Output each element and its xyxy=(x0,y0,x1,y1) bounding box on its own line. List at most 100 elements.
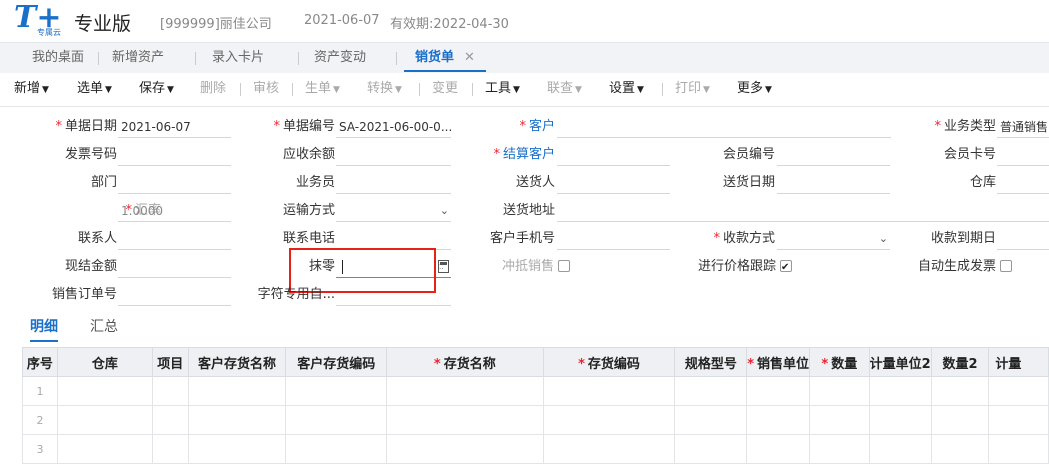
calculator-icon[interactable] xyxy=(438,260,449,273)
close-icon[interactable]: ✕ xyxy=(464,50,475,65)
table-cell[interactable] xyxy=(988,434,1049,464)
table-cell[interactable] xyxy=(151,434,189,464)
tab-asset-change[interactable]: 资产变动 xyxy=(302,43,378,72)
table-cell[interactable] xyxy=(285,376,388,406)
table-cell[interactable] xyxy=(285,434,388,464)
table-cell[interactable] xyxy=(386,434,544,464)
company-name[interactable]: [999999]丽佳公司 xyxy=(160,13,272,32)
auto-invoice-checkbox[interactable]: 自动生成发票 xyxy=(918,257,1012,277)
table-cell[interactable] xyxy=(868,376,932,406)
tab-sales-delivery[interactable]: 销货单 ✕ xyxy=(404,43,486,72)
table-cell[interactable] xyxy=(542,376,676,406)
new-button[interactable]: 新增 ▼ xyxy=(14,72,49,106)
address-field[interactable] xyxy=(557,201,1049,222)
delete-button[interactable]: 删除 xyxy=(200,72,226,106)
table-cell[interactable] xyxy=(746,434,811,464)
mobile-field[interactable] xyxy=(557,229,670,250)
generate-button[interactable]: 生单 ▼ xyxy=(305,72,340,106)
doc-date-field[interactable]: 2021-06-07 xyxy=(118,117,231,138)
settle-customer-field[interactable] xyxy=(557,145,670,166)
table-cell[interactable] xyxy=(56,376,153,406)
table-cell[interactable] xyxy=(187,405,287,435)
dept-field[interactable] xyxy=(118,173,231,194)
col-header[interactable]: 规格型号 xyxy=(674,347,748,377)
due-field[interactable] xyxy=(997,229,1049,250)
col-header[interactable]: 序号 xyxy=(22,347,58,377)
delivery-date-field[interactable] xyxy=(777,173,890,194)
member-card-field[interactable] xyxy=(997,145,1049,166)
table-cell[interactable] xyxy=(868,405,932,435)
customer-field[interactable] xyxy=(557,117,891,138)
contact-field[interactable] xyxy=(118,229,231,250)
audit-button[interactable]: 审核 xyxy=(253,72,279,106)
change-button[interactable]: 变更 xyxy=(432,72,458,106)
payment-select[interactable]: ⌄ xyxy=(777,229,890,250)
col-header[interactable]: 数量2 xyxy=(930,347,990,377)
contact-phone-field[interactable] xyxy=(336,229,451,250)
col-header[interactable]: 客户存货编码 xyxy=(285,347,388,377)
table-cell[interactable] xyxy=(187,434,287,464)
table-cell[interactable] xyxy=(930,434,990,464)
table-cell[interactable] xyxy=(746,405,811,435)
table-cell[interactable] xyxy=(988,376,1049,406)
transport-select[interactable]: ⌄ xyxy=(336,201,451,222)
tab-new-asset[interactable]: 新增资产 xyxy=(100,43,176,72)
table-cell[interactable] xyxy=(542,434,676,464)
checkbox-checked-icon[interactable] xyxy=(780,258,792,278)
table-cell[interactable] xyxy=(56,434,153,464)
col-header[interactable]: 仓库 xyxy=(56,347,153,377)
char-field[interactable] xyxy=(336,285,451,306)
table-cell[interactable] xyxy=(285,405,388,435)
col-header[interactable]: 计量单位2 xyxy=(868,347,932,377)
table-row[interactable]: 1 xyxy=(22,376,1049,406)
table-cell[interactable] xyxy=(746,376,811,406)
col-header[interactable]: 计量 xyxy=(988,347,1049,377)
rate-field[interactable]: 1.0000 xyxy=(118,201,231,222)
col-header[interactable]: 客户存货名称 xyxy=(187,347,287,377)
table-cell[interactable] xyxy=(56,405,153,435)
checkbox-icon[interactable] xyxy=(1000,259,1012,272)
col-header[interactable]: * 销售单位 xyxy=(746,347,811,377)
table-cell[interactable] xyxy=(386,376,544,406)
col-header[interactable]: * 数量 xyxy=(809,347,870,377)
table-cell[interactable] xyxy=(151,405,189,435)
linked-query-button[interactable]: 联查 ▼ xyxy=(547,72,582,106)
settings-button[interactable]: 设置 ▼ xyxy=(609,72,644,106)
offset-checkbox[interactable]: 冲抵销售 xyxy=(502,257,570,277)
cash-field[interactable] xyxy=(118,257,231,278)
table-cell[interactable] xyxy=(187,376,287,406)
table-cell[interactable] xyxy=(674,405,748,435)
table-cell[interactable] xyxy=(868,434,932,464)
invoice-no-field[interactable] xyxy=(118,145,231,166)
col-header[interactable]: * 存货名称 xyxy=(386,347,544,377)
table-cell[interactable] xyxy=(809,405,870,435)
order-no-field[interactable] xyxy=(118,285,231,306)
print-button[interactable]: 打印 ▼ xyxy=(675,72,710,106)
table-cell[interactable] xyxy=(809,434,870,464)
table-cell[interactable] xyxy=(674,434,748,464)
biz-type-select[interactable]: 普通销售 xyxy=(997,117,1049,138)
more-button[interactable]: 更多 ▼ xyxy=(737,72,772,106)
doc-no-field[interactable]: SA-2021-06-00-0... xyxy=(336,117,451,138)
tab-summary[interactable]: 汇总 xyxy=(90,316,118,340)
table-cell[interactable] xyxy=(930,405,990,435)
price-track-checkbox[interactable]: 进行价格跟踪 xyxy=(698,257,792,278)
tab-desktop[interactable]: 我的桌面 xyxy=(20,43,96,72)
tab-enter-card[interactable]: 录入卡片 xyxy=(200,43,276,72)
table-cell[interactable] xyxy=(809,376,870,406)
member-no-field[interactable] xyxy=(777,145,890,166)
col-header[interactable]: * 存货编码 xyxy=(542,347,676,377)
tab-detail[interactable]: 明细 xyxy=(30,316,58,342)
table-row[interactable]: 3 xyxy=(22,434,1049,464)
table-cell[interactable] xyxy=(542,405,676,435)
checkbox-icon[interactable] xyxy=(558,259,570,272)
table-cell[interactable] xyxy=(930,376,990,406)
deliverer-field[interactable] xyxy=(557,173,670,194)
convert-button[interactable]: 转换 ▼ xyxy=(367,72,402,106)
table-cell[interactable] xyxy=(674,376,748,406)
salesman-field[interactable] xyxy=(336,173,451,194)
select-button[interactable]: 选单 ▼ xyxy=(77,72,112,106)
table-row[interactable]: 2 xyxy=(22,405,1049,435)
table-cell[interactable] xyxy=(988,405,1049,435)
customer-label[interactable]: * 客户 xyxy=(519,117,555,137)
